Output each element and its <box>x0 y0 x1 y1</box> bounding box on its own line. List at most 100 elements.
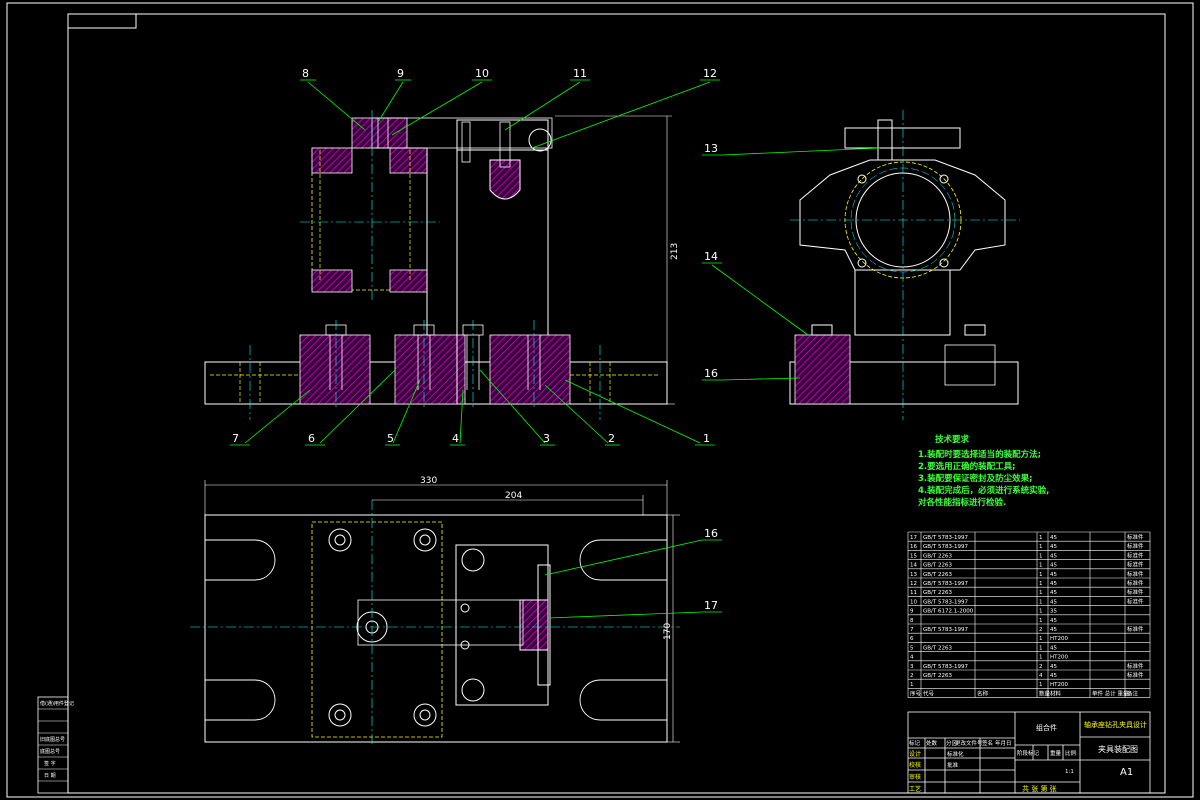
bom-cell: 1 <box>1039 655 1043 661</box>
bom-cell: 标准件 <box>1127 551 1144 559</box>
callout-16-side: 16 <box>704 367 718 380</box>
bom-cell: 标准件 <box>1127 542 1144 550</box>
role-2: 校核 <box>909 761 921 769</box>
bom-cell: 标准件 <box>1127 662 1144 670</box>
side-view <box>789 110 1020 420</box>
tech-line-1: 1.装配时要选择适当的装配方法; <box>918 449 1041 460</box>
bom-cell: 2 <box>910 673 914 679</box>
title-drawing-name: 夹具装配图 <box>1098 744 1138 754</box>
bom-cell: 2 <box>1039 627 1043 633</box>
bom-cell: 17 <box>910 535 917 541</box>
callout-10: 10 <box>475 67 489 80</box>
callout-3: 3 <box>543 432 550 445</box>
dim-width-total: 330 <box>420 476 437 486</box>
bom-cell: 14 <box>910 563 917 569</box>
callout-6: 6 <box>308 432 315 445</box>
callout-9: 9 <box>397 67 404 80</box>
rev-col-4: 更改文件号 <box>955 739 983 747</box>
bom-cell: 4 <box>910 655 914 661</box>
callout-8: 8 <box>302 67 309 80</box>
bom-header-cell: 备注 <box>1127 689 1139 697</box>
tech-line-4: 4.装配完成后，必须进行系统实验, <box>918 485 1049 496</box>
role-right-2: 批准 <box>947 761 959 769</box>
bom-cell: 4 <box>1039 673 1043 679</box>
stage-label-1: 阶段标记 <box>1017 749 1040 757</box>
rev-col-6: 年月日 <box>995 739 1012 747</box>
front-callout-numbers-top: 8 9 10 11 12 <box>302 67 717 80</box>
bom-cell: 3 <box>910 664 914 670</box>
bom-cell: 1 <box>1039 599 1043 605</box>
bom-cell: 1 <box>1039 618 1043 624</box>
bom-cell: 11 <box>910 590 917 596</box>
callout-11: 11 <box>573 67 587 80</box>
bom-cell: HT200 <box>1050 636 1068 642</box>
callout-12: 12 <box>703 67 717 80</box>
bom-cell: HT200 <box>1050 682 1068 688</box>
bom-cell: GB/T 5783-1997 <box>923 535 968 541</box>
bom-cell: 10 <box>910 599 917 605</box>
callout-1: 1 <box>703 432 710 445</box>
rev-col-1: 标记 <box>909 739 921 747</box>
bom-cell: 标准件 <box>1127 588 1144 596</box>
bom-cell: 5 <box>910 645 914 651</box>
bom-cell: 2 <box>1039 664 1043 670</box>
bom-cell: 45 <box>1050 535 1057 541</box>
bom-cell: GB/T 5783-1997 <box>923 627 968 633</box>
callout-16-plan: 16 <box>704 527 718 540</box>
bom-cell: GB/T 2263 <box>923 553 952 559</box>
plan-view: 330 204 170 <box>190 476 680 745</box>
bom-cell: GB/T 5783-1997 <box>923 599 968 605</box>
bom-cell: 1 <box>1039 581 1043 587</box>
bom-cell: 45 <box>1050 618 1057 624</box>
bom-cell: 7 <box>910 627 914 633</box>
bom-cell: 标准件 <box>1127 533 1144 541</box>
role-right-1: 标准化 <box>947 750 964 758</box>
tech-line-3: 3.装配要保证密封及防尘效果; <box>918 473 1033 484</box>
bom-cell: 1 <box>1039 563 1043 569</box>
bom-cell: 标准件 <box>1127 561 1144 569</box>
bom-header-cell: 代号 <box>923 689 935 697</box>
bom-cell: GB/T 5783-1997 <box>923 544 968 550</box>
bom-cell: 1 <box>1039 645 1043 651</box>
side-block-text-6: 日 期 <box>44 773 56 779</box>
bom-cell: 16 <box>910 544 917 550</box>
tech-line-5: 对各性能指标进行检验. <box>918 497 1006 508</box>
bom-cell: 8 <box>910 618 914 624</box>
bom-cell: 1 <box>1039 544 1043 550</box>
title-company: 组合件 <box>1036 723 1057 732</box>
cad-drawing-canvas: 借(通)用件登记 旧底图总号 底图总号 签 字 日 期 213 8 9 10 1… <box>6 2 1194 798</box>
bom-header-cell: 单件 总计 重量 <box>1092 689 1129 697</box>
role-4: 工艺 <box>909 785 921 793</box>
bom-cell: 45 <box>1050 590 1057 596</box>
callout-14: 14 <box>704 250 718 263</box>
bom-cell: GB/T 2263 <box>923 563 952 569</box>
bom-cell: 标准件 <box>1127 625 1144 633</box>
side-callout-numbers: 13 14 16 <box>704 142 718 380</box>
bom-cell: 标准件 <box>1127 570 1144 578</box>
bom-header-cell: 材料 <box>1050 689 1062 697</box>
bom-cell: 45 <box>1050 627 1057 633</box>
callout-7: 7 <box>232 432 239 445</box>
plan-callouts <box>544 539 722 619</box>
tech-requirements: 技术要求 1.装配时要选择适当的装配方法; 2.要选用正确的装配工具; 3.装配… <box>918 434 1049 508</box>
bom-cell: 1 <box>910 682 914 688</box>
bom-cell: 1 <box>1039 572 1043 578</box>
bom-cell: 45 <box>1050 599 1057 605</box>
bom-cell: 15 <box>910 553 917 559</box>
bom-cell: 9 <box>910 609 914 615</box>
rev-col-5: 签名 <box>982 739 993 747</box>
callout-5: 5 <box>387 432 394 445</box>
bom-cell: 45 <box>1050 673 1057 679</box>
bom-cell: GB/T 5783-1997 <box>923 581 968 587</box>
side-block-text-3: 旧底图总号 <box>40 736 65 743</box>
bom-cell: GB/T 2263 <box>923 645 952 651</box>
callout-4: 4 <box>452 432 459 445</box>
bom-header-cell: 序号 <box>910 689 922 697</box>
bom-cell: 45 <box>1050 563 1057 569</box>
bom-cell: HT200 <box>1050 655 1068 661</box>
bom-cell: GB/T 2263 <box>923 590 952 596</box>
bom-cell: 35 <box>1050 609 1057 615</box>
dim-height: 213 <box>670 243 680 260</box>
bom-cell: GB/T 5783-1997 <box>923 664 968 670</box>
bom-cell: 45 <box>1050 572 1057 578</box>
